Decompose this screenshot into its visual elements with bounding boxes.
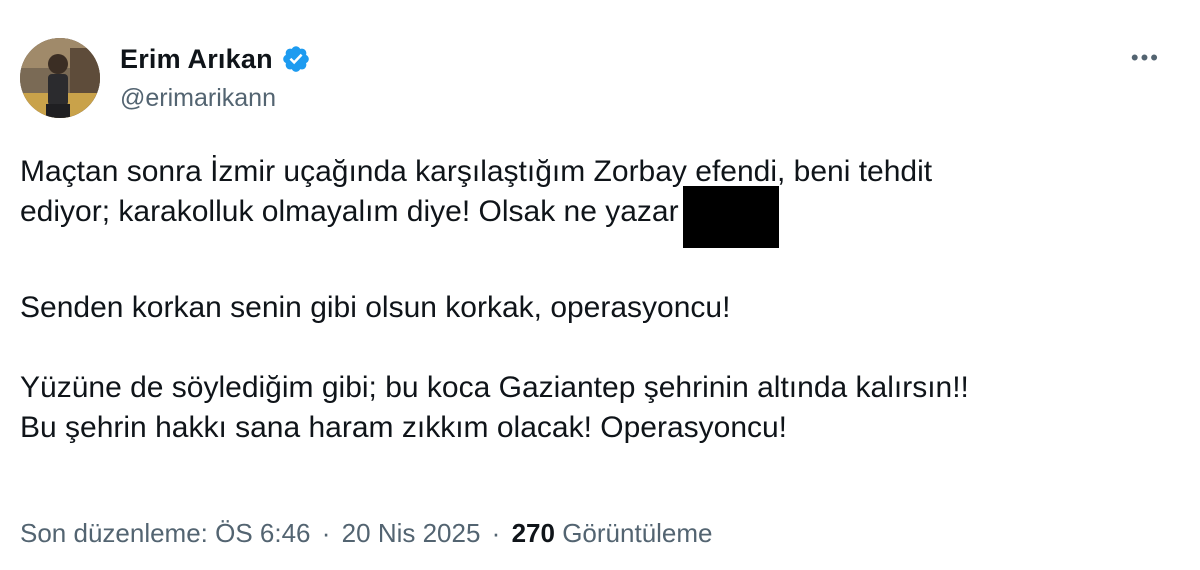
- author-name-row: Erim Arıkan: [120, 40, 311, 78]
- avatar[interactable]: [20, 38, 100, 118]
- tweet-line-1: Maçtan sonra İzmir uçağında karşılaştığı…: [20, 155, 933, 188]
- views-label: Görüntüleme: [562, 518, 713, 548]
- meta-separator: ·: [321, 518, 331, 548]
- author-handle[interactable]: @erimarikann: [120, 84, 276, 113]
- tweet-card: Erim Arıkan @erimarikann ••• Maçtan sonr…: [0, 0, 1200, 570]
- tweet-paragraph-3-line-2: Bu şehrin hakkı sana haram zıkkım olacak…: [20, 411, 788, 444]
- tweet-text: Maçtan sonra İzmir uçağında karşılaştığı…: [20, 152, 1160, 448]
- tweet-paragraph-3-line-1: Yüzüne de söylediğim gibi; bu koca Gazia…: [20, 371, 969, 404]
- views-count: 270: [511, 518, 555, 548]
- redaction-block: [682, 186, 779, 248]
- avatar-image: [20, 38, 100, 118]
- tweet-paragraph-2: Senden korkan senin gibi olsun korkak, o…: [20, 291, 731, 324]
- more-options-icon[interactable]: •••: [1131, 47, 1160, 69]
- tweet-meta: Son düzenleme: ÖS 6:46 · 20 Nis 2025 · 2…: [20, 518, 713, 549]
- verified-badge-icon[interactable]: [281, 44, 311, 74]
- tweet-line-2-text: ediyor; karakolluk olmayalım diye! Olsak…: [20, 195, 679, 228]
- author-display-name[interactable]: Erim Arıkan: [120, 44, 273, 75]
- edited-timestamp[interactable]: Son düzenleme: ÖS 6:46: [20, 518, 311, 548]
- tweet-date[interactable]: 20 Nis 2025: [342, 518, 481, 548]
- meta-separator: ·: [491, 518, 501, 548]
- tweet-line-2: ediyor; karakolluk olmayalım diye! Olsak…: [20, 186, 1160, 248]
